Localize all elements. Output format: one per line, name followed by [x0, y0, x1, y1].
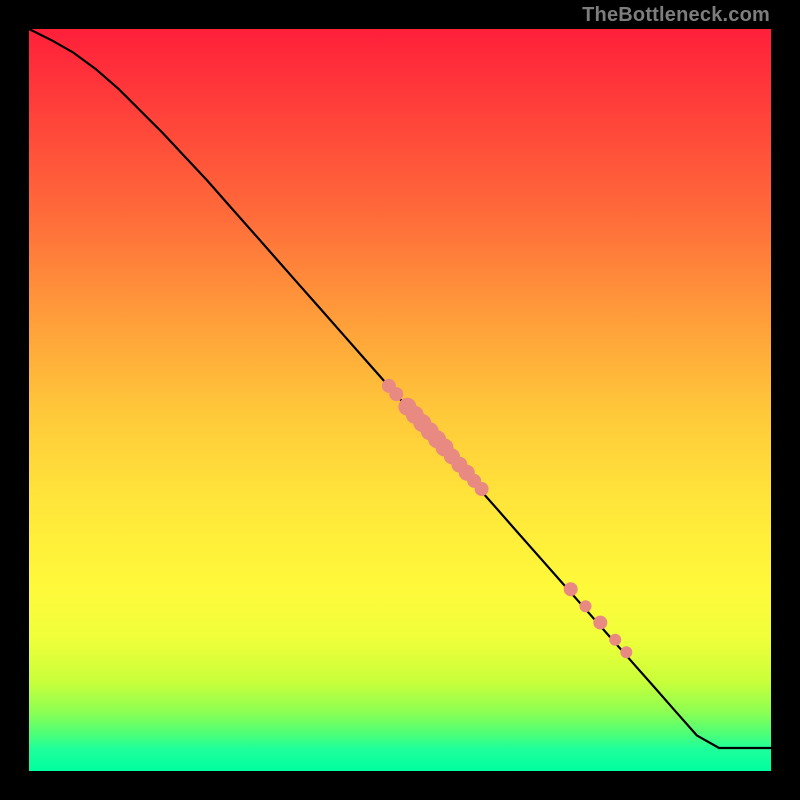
- watermark-text: TheBottleneck.com: [582, 4, 770, 27]
- chart-overlay: [29, 29, 771, 771]
- data-point: [620, 646, 632, 658]
- data-point: [389, 387, 403, 401]
- chart-stage: TheBottleneck.com: [0, 0, 800, 800]
- data-point: [475, 482, 489, 496]
- data-point: [580, 600, 592, 612]
- data-point: [564, 582, 578, 596]
- points-layer: [382, 379, 632, 658]
- data-point: [593, 616, 607, 630]
- data-point: [609, 634, 621, 646]
